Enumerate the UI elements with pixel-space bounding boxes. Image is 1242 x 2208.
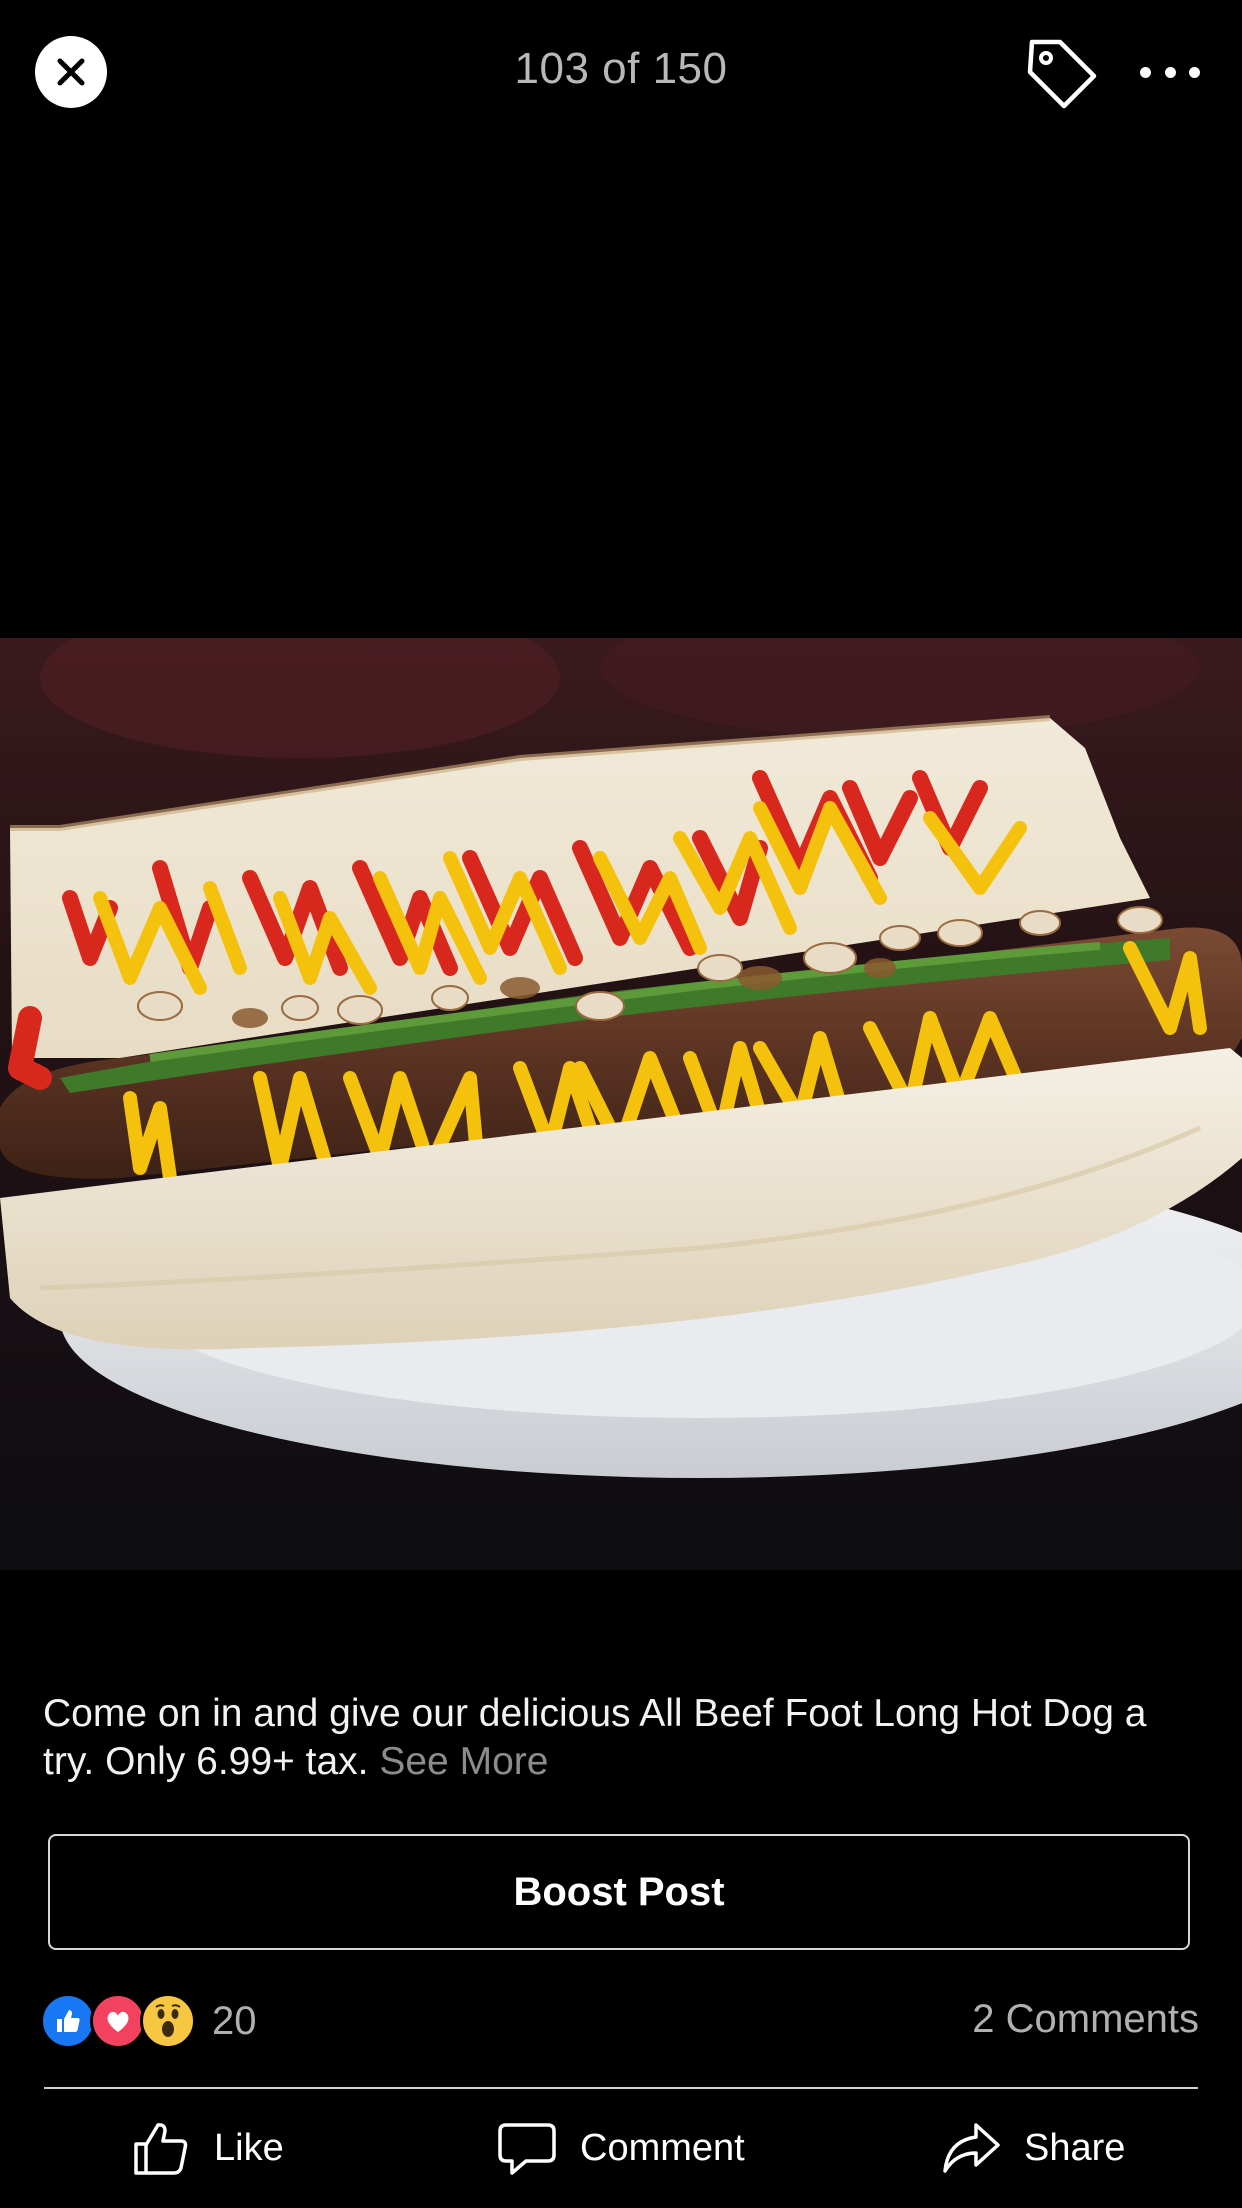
comment-label: Comment xyxy=(580,2126,745,2169)
see-more-link[interactable]: See More xyxy=(379,1740,548,1783)
like-label: Like xyxy=(214,2126,284,2169)
divider xyxy=(44,2087,1198,2089)
like-button[interactable]: Like xyxy=(130,2112,284,2184)
comment-button[interactable]: Comment xyxy=(496,2112,745,2184)
caption-text: Come on in and give our delicious All Be… xyxy=(43,1692,1147,1783)
more-icon-dot xyxy=(1140,66,1151,78)
comments-count-link[interactable]: 2 Comments xyxy=(972,1997,1199,2042)
more-icon-dot xyxy=(1164,66,1176,78)
reaction-count: 20 xyxy=(212,1998,257,2043)
more-icon-dot xyxy=(1189,66,1200,78)
share-button[interactable]: Share xyxy=(940,2112,1125,2184)
wow-face-icon xyxy=(140,1993,196,2049)
tag-icon xyxy=(1027,39,1097,109)
share-label: Share xyxy=(1024,2126,1126,2169)
heart-icon xyxy=(90,1993,146,2049)
share-arrow-icon xyxy=(940,2117,1002,2179)
speech-bubble-icon xyxy=(496,2117,558,2179)
reactions-summary[interactable]: 20 xyxy=(40,1993,257,2049)
more-options-button[interactable] xyxy=(1140,50,1200,94)
post-caption: Come on in and give our delicious All Be… xyxy=(43,1690,1203,1786)
tag-button[interactable] xyxy=(1020,34,1100,114)
hot-dog-photo-illustration xyxy=(0,638,1242,1570)
viewer-top-bar: 103 of 150 xyxy=(0,0,1242,150)
post-photo[interactable] xyxy=(0,638,1242,1570)
thumbs-up-outline-icon xyxy=(130,2117,192,2179)
boost-post-button[interactable]: Boost Post xyxy=(48,1834,1190,1950)
thumbs-up-icon xyxy=(40,1993,96,2049)
